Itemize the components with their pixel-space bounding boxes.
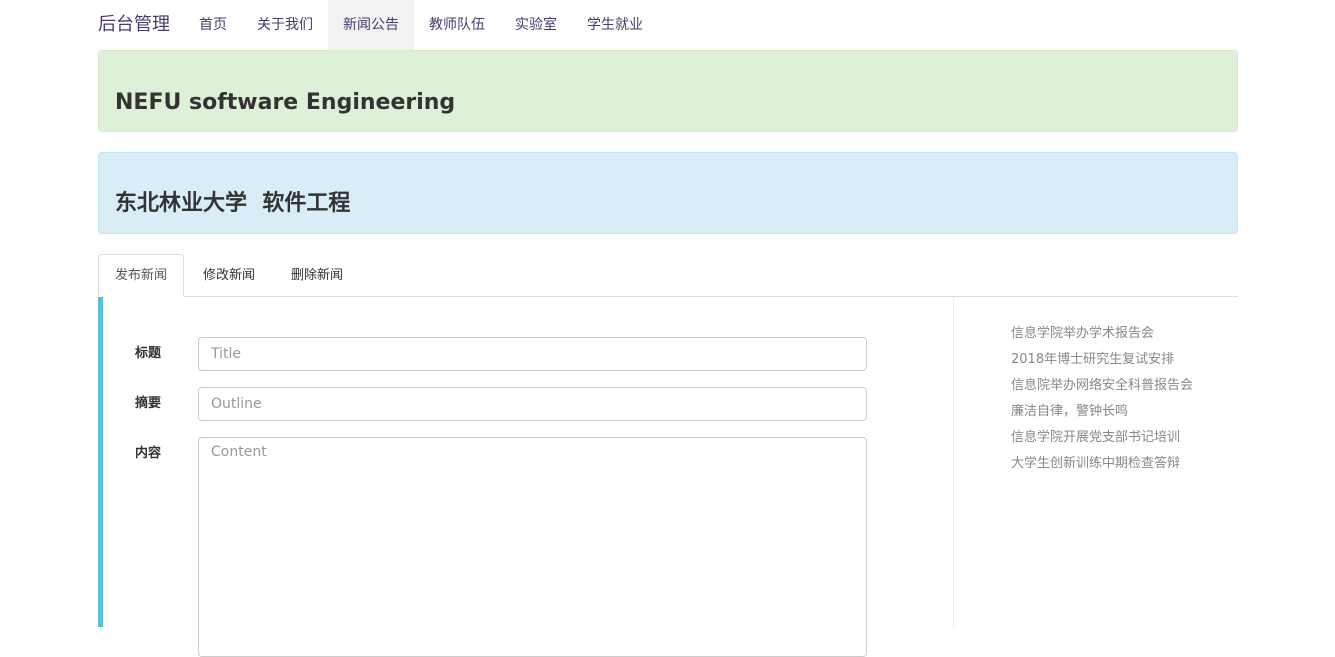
nav-item-home[interactable]: 首页	[184, 0, 242, 50]
news-item[interactable]: 廉洁自律，警钟长鸣	[1011, 399, 1238, 425]
title-label: 标题	[135, 346, 162, 361]
outline-input[interactable]	[198, 387, 867, 421]
outline-label: 摘要	[135, 396, 162, 411]
news-sidebar: 信息学院举办学术报告会 2018年博士研究生复试安排 信息院举办网络安全科普报告…	[953, 297, 1238, 627]
english-title: NEFU software Engineering	[115, 90, 456, 115]
content-textarea[interactable]	[198, 437, 867, 657]
news-item[interactable]: 信息院举办网络安全科普报告会	[1011, 373, 1238, 399]
nav-item-teachers[interactable]: 教师队伍	[414, 0, 500, 50]
content-row: 内容	[103, 437, 953, 657]
nav-item-employment[interactable]: 学生就业	[572, 0, 658, 50]
title-row: 标题	[103, 337, 953, 371]
news-item[interactable]: 大学生创新训练中期检查答辩	[1011, 451, 1238, 477]
news-item[interactable]: 信息学院举办学术报告会	[1011, 321, 1238, 347]
brand-link[interactable]: 后台管理	[98, 0, 170, 50]
main-content: 标题 摘要 内容 信息学院举办学术报告会 2018年博士研究生复试安排 信息院举…	[98, 297, 1238, 657]
title-input[interactable]	[198, 337, 867, 371]
page-container: 后台管理 首页 关于我们 新闻公告 教师队伍 实验室 学生就业 NEFU sof…	[98, 0, 1238, 657]
nav-item-news[interactable]: 新闻公告	[328, 0, 414, 50]
news-item[interactable]: 信息学院开展党支部书记培训	[1011, 425, 1238, 451]
nav-item-lab[interactable]: 实验室	[500, 0, 572, 50]
news-item[interactable]: 2018年博士研究生复试安排	[1011, 347, 1238, 373]
tab-delete-news[interactable]: 删除新闻	[274, 254, 360, 296]
tab-publish-news[interactable]: 发布新闻	[98, 254, 185, 297]
news-list: 信息学院举办学术报告会 2018年博士研究生复试安排 信息院举办网络安全科普报告…	[1011, 321, 1238, 477]
english-title-banner: NEFU software Engineering	[98, 50, 1238, 132]
outline-row: 摘要	[103, 387, 953, 421]
nav-item-about[interactable]: 关于我们	[242, 0, 328, 50]
content-label: 内容	[135, 446, 162, 461]
chinese-title: 东北林业大学 软件工程	[115, 191, 351, 216]
news-tabs: 发布新闻 修改新闻 删除新闻	[98, 254, 1238, 297]
top-navbar: 后台管理 首页 关于我们 新闻公告 教师队伍 实验室 学生就业	[98, 0, 1238, 50]
chinese-title-banner: 东北林业大学 软件工程	[98, 152, 1238, 234]
publish-form-panel: 标题 摘要 内容	[98, 297, 953, 657]
nav-menu: 首页 关于我们 新闻公告 教师队伍 实验室 学生就业	[184, 0, 658, 50]
tab-edit-news[interactable]: 修改新闻	[186, 254, 272, 296]
